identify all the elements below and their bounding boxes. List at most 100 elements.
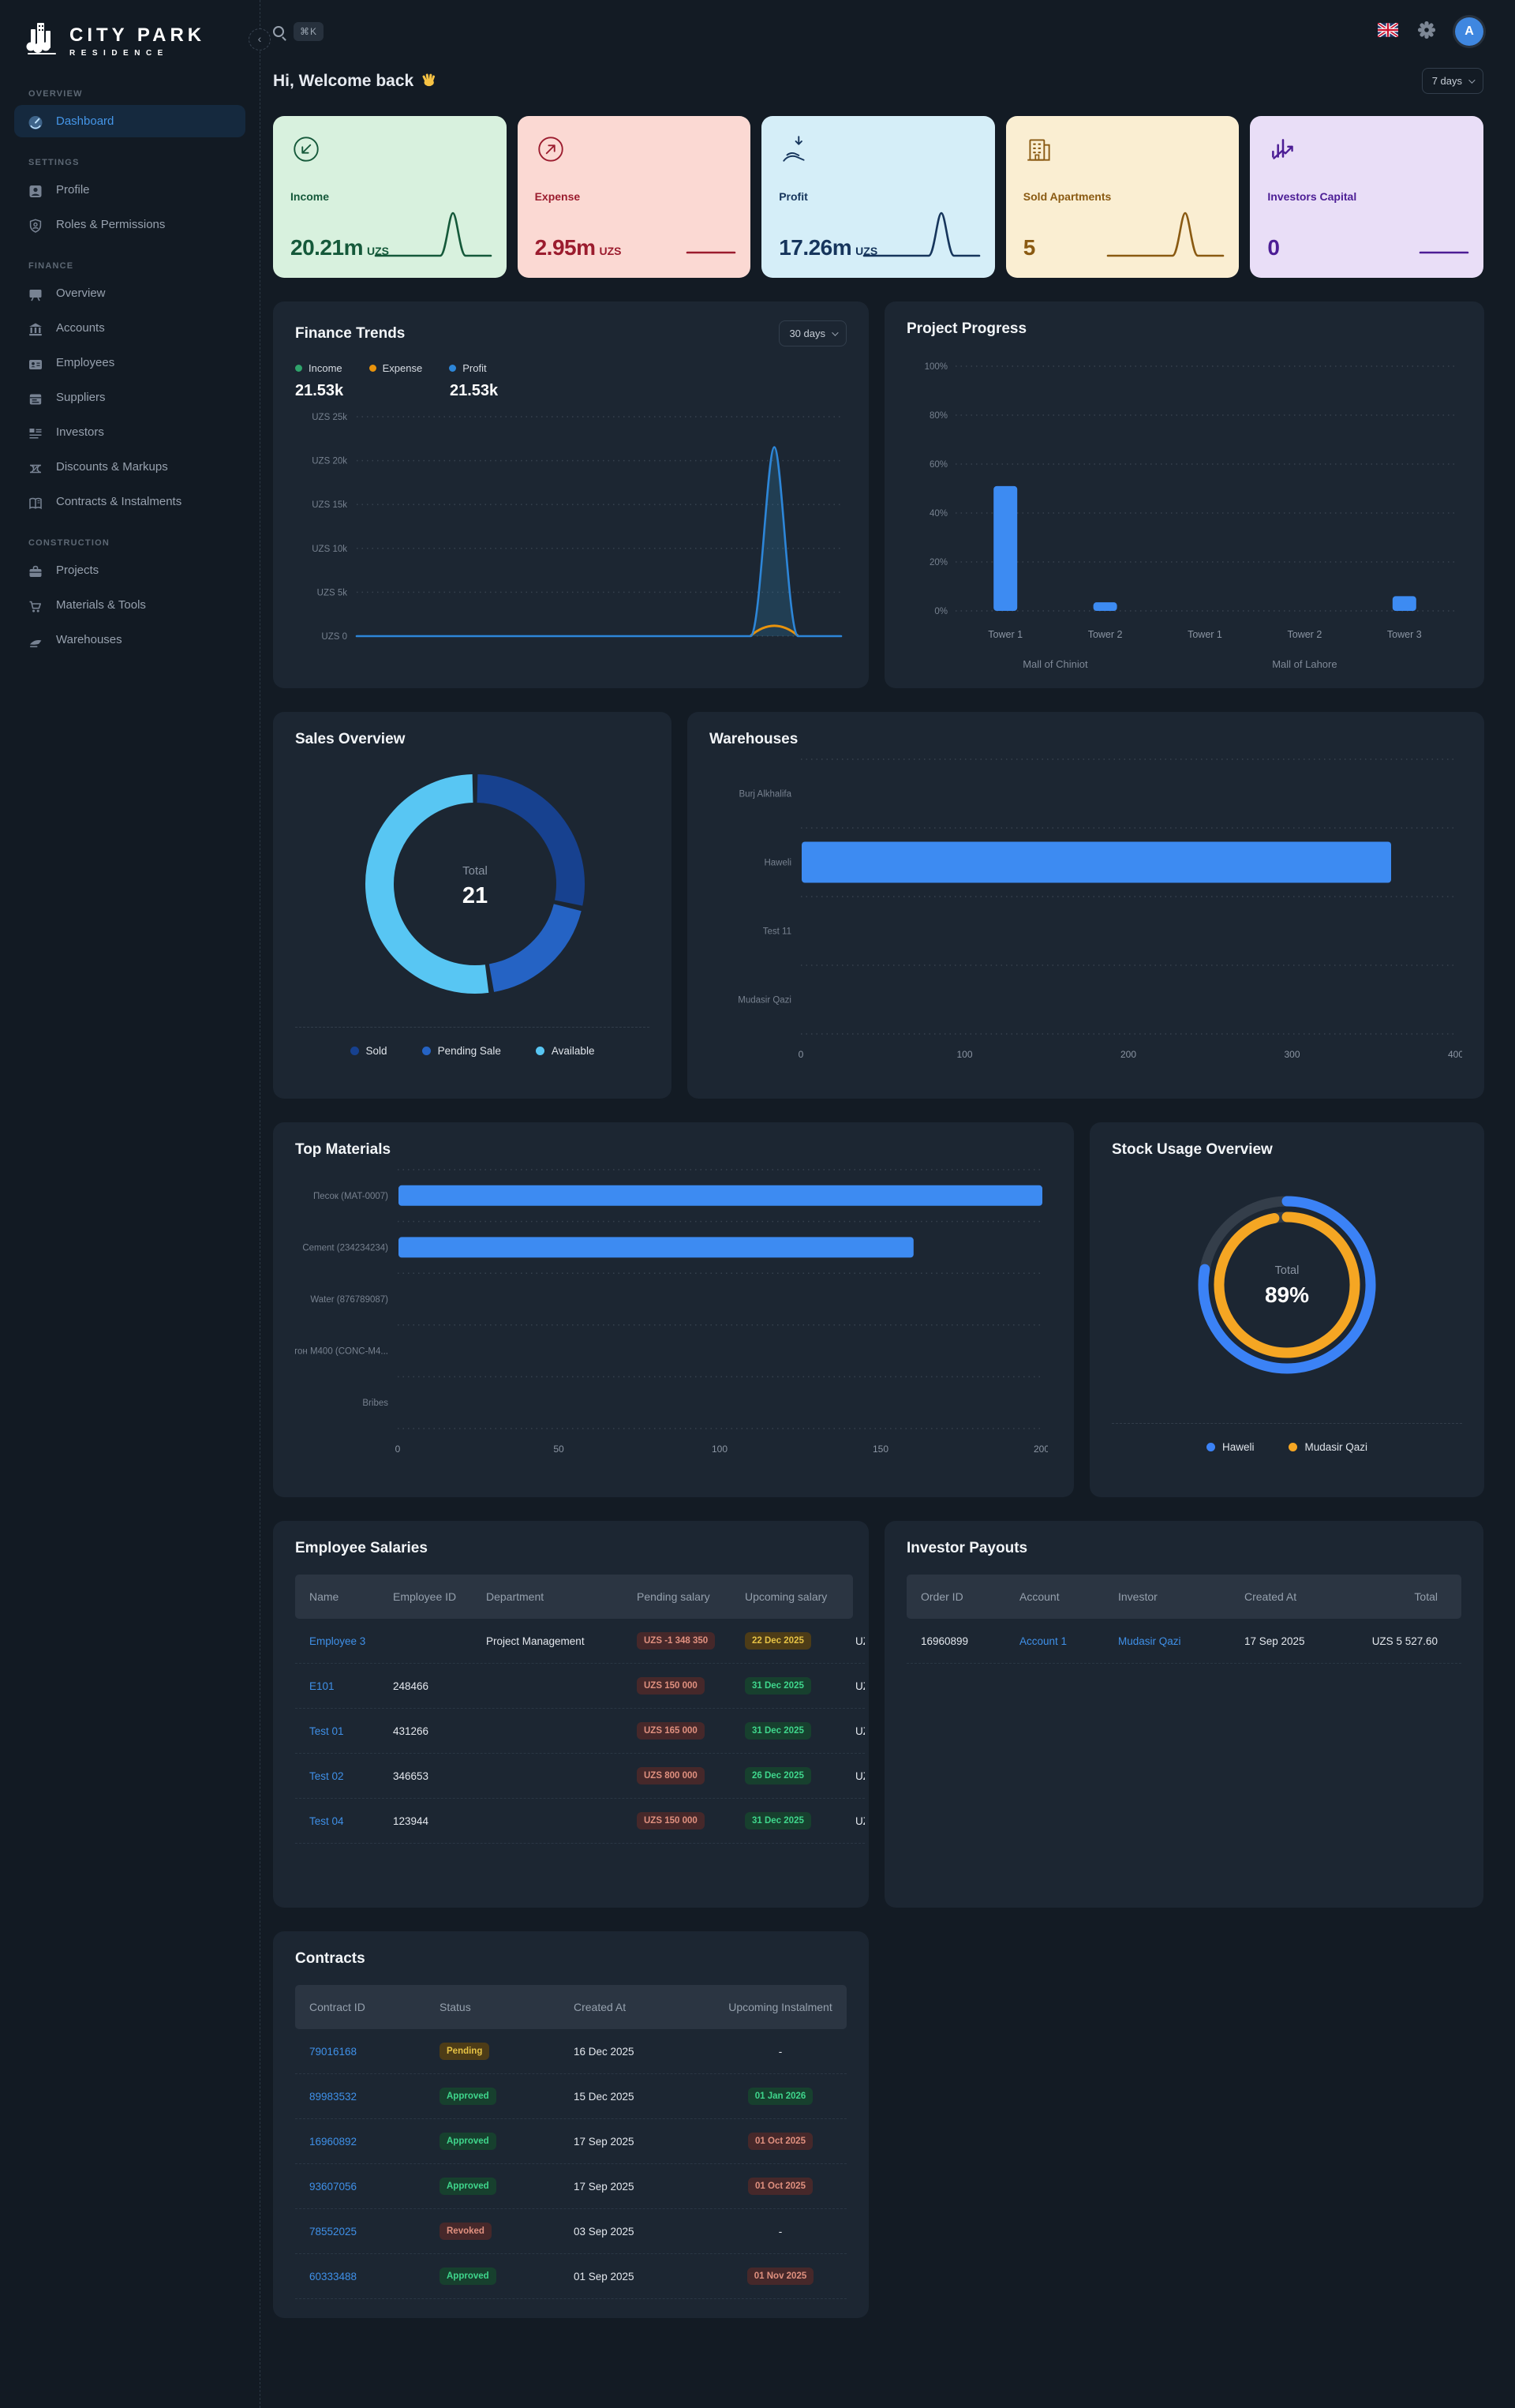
range-selector[interactable]: 7 days bbox=[1422, 68, 1483, 94]
table-row[interactable]: 16960899Account 1Mudasir Qazi17 Sep 2025… bbox=[907, 1619, 1461, 1664]
sidebar-item-discounts-markups[interactable]: Discounts & Markups bbox=[14, 451, 245, 483]
project-progress-panel: Project Progress 0%20%40%60%80%100%Tower… bbox=[885, 301, 1484, 688]
svg-text:80%: 80% bbox=[930, 411, 948, 421]
bank-icon bbox=[27, 320, 44, 337]
table-row[interactable]: 89983532Approved15 Dec 202501 Jan 2026 bbox=[295, 2074, 847, 2119]
status-badge: Approved bbox=[440, 2133, 496, 2150]
table-row[interactable]: E101248466UZS 150 00031 Dec 2025UZ bbox=[295, 1664, 865, 1709]
legend-item[interactable]: Haweli bbox=[1206, 1441, 1255, 1453]
legend-item[interactable]: Expense bbox=[369, 362, 423, 374]
table-row[interactable]: 78552025Revoked03 Sep 2025- bbox=[295, 2209, 847, 2254]
finance-trends-chart: UZS 25kUZS 20kUZS 15kUZS 10kUZS 5kUZS 0 bbox=[295, 406, 847, 650]
contracts-table: Contract IDStatusCreated AtUpcoming Inst… bbox=[295, 1985, 847, 2299]
legend-item[interactable]: Mudasir Qazi bbox=[1289, 1441, 1367, 1453]
table-row[interactable]: 93607056Approved17 Sep 202501 Oct 2025 bbox=[295, 2164, 847, 2209]
legend-item[interactable]: Profit bbox=[449, 362, 486, 374]
legend-item[interactable]: Sold bbox=[350, 1045, 387, 1057]
sidebar-item-accounts[interactable]: Accounts bbox=[14, 312, 245, 344]
stat-card-value: 0 bbox=[1267, 235, 1279, 260]
contract-link[interactable]: 60333488 bbox=[295, 2271, 425, 2283]
table-row[interactable]: Test 02346653UZS 800 00026 Dec 2025UZ bbox=[295, 1754, 865, 1799]
table-row[interactable]: Employee 3Project ManagementUZS -1 348 3… bbox=[295, 1619, 865, 1664]
sidebar-item-warehouses[interactable]: Warehouses bbox=[14, 624, 245, 656]
progress-bar bbox=[993, 486, 1017, 611]
employee-link[interactable]: Test 04 bbox=[295, 1815, 379, 1827]
warehouses-panel: Warehouses Burj AlkhalifaHaweliTest 11Mu… bbox=[687, 712, 1484, 1099]
contract-link[interactable]: 78552025 bbox=[295, 2226, 425, 2238]
contract-link[interactable]: 16960892 bbox=[295, 2136, 425, 2148]
sidebar-item-label: Accounts bbox=[56, 321, 105, 335]
topbar: ⌘K bbox=[273, 0, 1483, 63]
employee-salaries-panel: Employee Salaries NameEmployee IDDepartm… bbox=[273, 1521, 869, 1908]
sidebar-section-label: OVERVIEW bbox=[28, 89, 260, 99]
sidebar-item-overview[interactable]: Overview bbox=[14, 277, 245, 309]
top-materials-title: Top Materials bbox=[295, 1141, 1052, 1159]
table-row[interactable]: Test 04123944UZS 150 00031 Dec 2025UZ bbox=[295, 1799, 865, 1844]
contract-link[interactable]: 93607056 bbox=[295, 2181, 425, 2193]
sales-overview-title: Sales Overview bbox=[295, 731, 649, 748]
employee-salaries-title: Employee Salaries bbox=[295, 1540, 847, 1557]
avatar[interactable]: A bbox=[1455, 17, 1483, 46]
sidebar-item-label: Materials & Tools bbox=[56, 598, 146, 612]
sidebar-item-contracts-instalments[interactable]: Contracts & Instalments bbox=[14, 485, 245, 518]
sidebar-item-label: Roles & Permissions bbox=[56, 218, 165, 231]
sidebar: CITY PARK RESIDENCE ‹ OVERVIEWDashboardS… bbox=[0, 0, 260, 2408]
progress-bar bbox=[1393, 596, 1416, 611]
finance-range-selector[interactable]: 30 days bbox=[779, 320, 847, 346]
wave-hand-icon bbox=[420, 69, 438, 92]
contract-link[interactable]: 79016168 bbox=[295, 2046, 425, 2058]
main-content: ⌘K bbox=[261, 0, 1515, 2389]
building-icon bbox=[1023, 133, 1222, 168]
svg-text:UZS 25k: UZS 25k bbox=[312, 413, 347, 422]
legend-item[interactable]: Available bbox=[536, 1045, 595, 1057]
svg-text:Burj Alkhalifa: Burj Alkhalifa bbox=[739, 790, 792, 800]
svg-text:UZS 10k: UZS 10k bbox=[312, 545, 347, 554]
contract-link[interactable]: 89983532 bbox=[295, 2091, 425, 2103]
status-badge: 01 Oct 2025 bbox=[748, 2133, 813, 2150]
language-flag-icon[interactable] bbox=[1378, 23, 1398, 41]
hand-receive-icon bbox=[779, 133, 978, 168]
employee-link[interactable]: Test 01 bbox=[295, 1725, 379, 1737]
sidebar-item-suppliers[interactable]: Suppliers bbox=[14, 381, 245, 414]
status-badge: Pending bbox=[440, 2043, 489, 2060]
table-header: NameEmployee IDDepartmentPending salaryU… bbox=[295, 1575, 853, 1619]
sidebar-item-employees[interactable]: Employees bbox=[14, 346, 245, 379]
search-button[interactable]: ⌘K bbox=[273, 22, 324, 41]
legend-item[interactable]: Pending Sale bbox=[422, 1045, 501, 1057]
sidebar-item-label: Dashboard bbox=[56, 114, 114, 128]
settings-gear-icon[interactable] bbox=[1417, 21, 1436, 43]
svg-text:100: 100 bbox=[956, 1049, 972, 1060]
account-link[interactable]: Account 1 bbox=[1005, 1635, 1104, 1647]
sidebar-item-profile[interactable]: Profile bbox=[14, 174, 245, 206]
svg-text:89%: 89% bbox=[1265, 1283, 1309, 1307]
legend-item[interactable]: Income bbox=[295, 362, 342, 374]
top-materials-panel: Top Materials Песок (MAT-0007)Cement (23… bbox=[273, 1122, 1074, 1497]
sidebar-item-roles-permissions[interactable]: Roles & Permissions bbox=[14, 208, 245, 241]
stat-card-income: Income20.21mUZS bbox=[273, 116, 507, 278]
status-badge: Revoked bbox=[440, 2223, 492, 2240]
project-progress-chart: 0%20%40%60%80%100%Tower 1Tower 2Tower 1T… bbox=[907, 344, 1462, 676]
table-row[interactable]: Test 01431266UZS 165 00031 Dec 2025UZ bbox=[295, 1709, 865, 1754]
app-logo[interactable]: CITY PARK RESIDENCE bbox=[0, 0, 260, 69]
status-badge: UZS 150 000 bbox=[637, 1812, 705, 1829]
sidebar-item-investors[interactable]: Investors bbox=[14, 416, 245, 448]
status-badge: 01 Jan 2026 bbox=[748, 2088, 814, 2105]
employee-link[interactable]: Test 02 bbox=[295, 1770, 379, 1782]
stat-card-sparkline bbox=[374, 207, 492, 262]
sidebar-section-label: SETTINGS bbox=[28, 158, 260, 167]
sidebar-item-dashboard[interactable]: Dashboard bbox=[14, 105, 245, 137]
table-row[interactable]: 79016168Pending16 Dec 2025- bbox=[295, 2029, 847, 2074]
employee-link[interactable]: Employee 3 bbox=[295, 1635, 379, 1647]
investor-link[interactable]: Mudasir Qazi bbox=[1104, 1635, 1230, 1647]
table-row[interactable]: 60333488Approved01 Sep 202501 Nov 2025 bbox=[295, 2254, 847, 2299]
svg-text:Бетон M400 (CONC-M4...: Бетон M400 (CONC-M4... bbox=[295, 1347, 388, 1357]
legend-dot bbox=[422, 1047, 431, 1055]
employee-link[interactable]: E101 bbox=[295, 1680, 379, 1692]
sidebar-collapse-button[interactable]: ‹ bbox=[249, 28, 271, 51]
sidebar-item-materials-tools[interactable]: Materials & Tools bbox=[14, 589, 245, 621]
investor-payouts-panel: Investor Payouts Order IDAccountInvestor… bbox=[885, 1521, 1483, 1908]
status-badge: 31 Dec 2025 bbox=[745, 1812, 811, 1829]
table-row[interactable]: 16960892Approved17 Sep 202501 Oct 2025 bbox=[295, 2119, 847, 2164]
sidebar-item-projects[interactable]: Projects bbox=[14, 554, 245, 586]
calendar-icon bbox=[27, 389, 44, 406]
